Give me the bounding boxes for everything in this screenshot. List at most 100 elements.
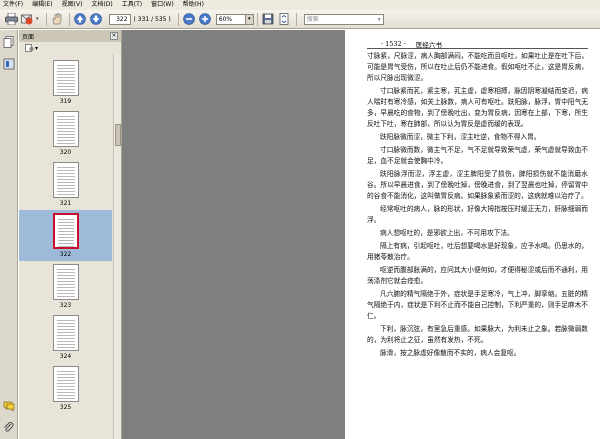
menu-item[interactable]: 文档(D) [91,0,112,10]
document-page: · 1532 · 医经六书 寸脉紧，尺脉涩，病人胸部满闷，不能吃而且呕吐，如果吐… [345,30,600,439]
document-paragraph: 寸口脉紧而芤，紧主寒，芤主虚，虚寒相搏，脉因阴寒凝结而变迟，病人喘时有寒冷感，如… [367,87,588,128]
page-down-icon[interactable] [89,12,104,27]
chevron-down-icon[interactable]: ▾ [378,15,381,24]
thumbnail-text-line [57,231,74,232]
document-paragraph: 寸脉紧，尺脉涩，病人胸部满闷，不能吃而且呕吐，如果吐止是在吐下后，可能是胃气受伤… [367,52,588,82]
email-icon[interactable] [20,12,35,27]
page-number-input[interactable]: 322 [108,13,131,25]
menu-item[interactable]: 工具(T) [122,0,142,10]
document-paragraph: 凡六腑的精气隔绝于外，症状是手足寒冷，气上冲，脚挛缩。五脏的精气隔绝于内，症状是… [367,290,588,320]
thumbnail-text-line [56,380,75,381]
save-icon[interactable] [261,12,276,27]
chevron-down-icon[interactable]: ▾ [36,16,39,22]
panel-options-button[interactable]: ▾ [19,42,121,54]
thumbnail-image [52,315,79,351]
document-paragraph: 经常呕吐的病人，脉的形状，好像大拇指按压时缓正无力，肝脉细弱而浮。 [367,205,588,224]
page-thumbnail[interactable]: 320 [19,108,112,159]
thumbnail-text-line [56,68,75,69]
thumbnail-text-line [56,119,75,120]
thumbnail-text-line [56,329,75,330]
thumbnail-text-line [56,398,75,399]
thumbnail-label: 320 [59,149,72,156]
document-paragraph: 下利，脉沉弦，有里急后重感。如果脉大，为利未止之象。若脉微弱数的，为利将止之征，… [367,325,588,344]
thumbnail-label: 319 [59,98,72,105]
thumbnail-text-line [56,332,75,333]
thumbnail-text-line [56,323,75,324]
toolbar-divider [45,12,47,26]
thumbnail-text-line [56,167,75,168]
page-up-icon[interactable] [73,12,88,27]
page-thumbnail[interactable]: 319 [19,57,112,108]
thumbnail-text-line [56,287,75,288]
toolbar-divider [295,12,297,26]
hand-icon[interactable] [50,12,65,27]
menu-item[interactable]: 窗口(W) [151,0,174,10]
thumbnail-text-line [57,240,74,241]
comments-panel-icon[interactable] [3,400,15,412]
thumbnail-text-line [56,128,75,129]
thumbnail-text-line [56,335,75,336]
page-thumbnail[interactable]: 323 [19,261,112,312]
thumbnail-text-line [56,278,75,279]
thumbnail-text-line [57,222,74,223]
thumbnail-text-line [56,137,75,138]
menu-item[interactable]: 帮助(H) [183,0,204,10]
attachment-icon[interactable] [3,422,15,434]
toolbar-divider [177,12,179,26]
print-icon[interactable] [4,12,19,27]
document-paragraph: 病人想呕吐的，是邪欲上出，不可用攻下法。 [380,229,514,237]
pages-panel-title: 页面 [22,33,35,41]
scrollbar-thumb[interactable] [115,124,121,146]
zoom-in-icon[interactable] [198,12,213,27]
page-thumbnail[interactable]: 324 [19,312,112,363]
fit-page-icon[interactable] [277,12,292,27]
thumbnail-text-line [56,377,75,378]
thumbnail-image [52,111,79,147]
pages-panel-icon[interactable] [3,36,15,48]
thumbnail-text-line [56,395,75,396]
zoom-input[interactable]: 60% [215,13,246,25]
thumbnail-text-line [56,281,75,282]
thumbnail-text-line [57,243,74,244]
toolbar-divider [68,12,70,26]
thumbnail-text-line [56,173,75,174]
document-paragraph: 寸口脉微而数，微主气不足，气不足就导致荣气虚，荣气虚就导致血不足，血不足就会使胸… [367,146,588,165]
thumbnail-text-line [56,188,75,189]
thumbnail-text-line [56,140,75,141]
thumbnail-scrollbar[interactable] [113,54,121,439]
search-input[interactable]: 搜索 ▾ [303,13,384,25]
menu-item[interactable]: 文件(F) [3,0,23,10]
page-thumbnail[interactable]: 322 [19,210,112,261]
page-thumbnail[interactable]: 325 [19,363,112,414]
toolbar-divider [256,12,258,26]
thumbnail-text-line [56,194,75,195]
menu-item[interactable]: 视图(V) [62,0,83,10]
page-count-label: ( 331 / 535 ) [133,15,171,23]
thumbnail-text-line [57,234,74,235]
thumbnail-image [52,60,79,96]
thumbnail-text-line [57,228,74,229]
thumbnail-image [52,213,79,249]
thumbnail-text-line [56,293,75,294]
thumbnail-text-line [56,74,75,75]
menu-item[interactable]: 编辑(E) [32,0,52,10]
page-header: · 1532 · 医经六书 [367,40,588,49]
document-view[interactable]: · 1532 · 医经六书 寸脉紧，尺脉涩，病人胸部满闷，不能吃而且呕吐，如果吐… [122,30,600,439]
chevron-down-icon: ▾ [35,44,39,52]
thumbnail-text-line [56,80,75,81]
zoom-dropdown-button[interactable]: ▾ [245,13,254,25]
thumbnail-text-line [56,125,75,126]
close-icon[interactable]: × [110,32,118,40]
thumbnail-text-line [56,389,75,390]
zoom-out-icon[interactable] [182,12,197,27]
thumbnail-text-line [56,176,75,177]
bookmarks-panel-icon[interactable] [3,58,15,70]
thumbnail-text-line [56,284,75,285]
thumbnail-text-line [56,275,75,276]
thumbnail-text-line [56,296,75,297]
thumbnail-text-line [56,92,75,93]
thumbnail-text-line [56,272,75,273]
page-thumbnail[interactable]: 321 [19,159,112,210]
thumbnail-text-line [56,326,75,327]
page-header-title: 医经六书 [415,41,442,49]
